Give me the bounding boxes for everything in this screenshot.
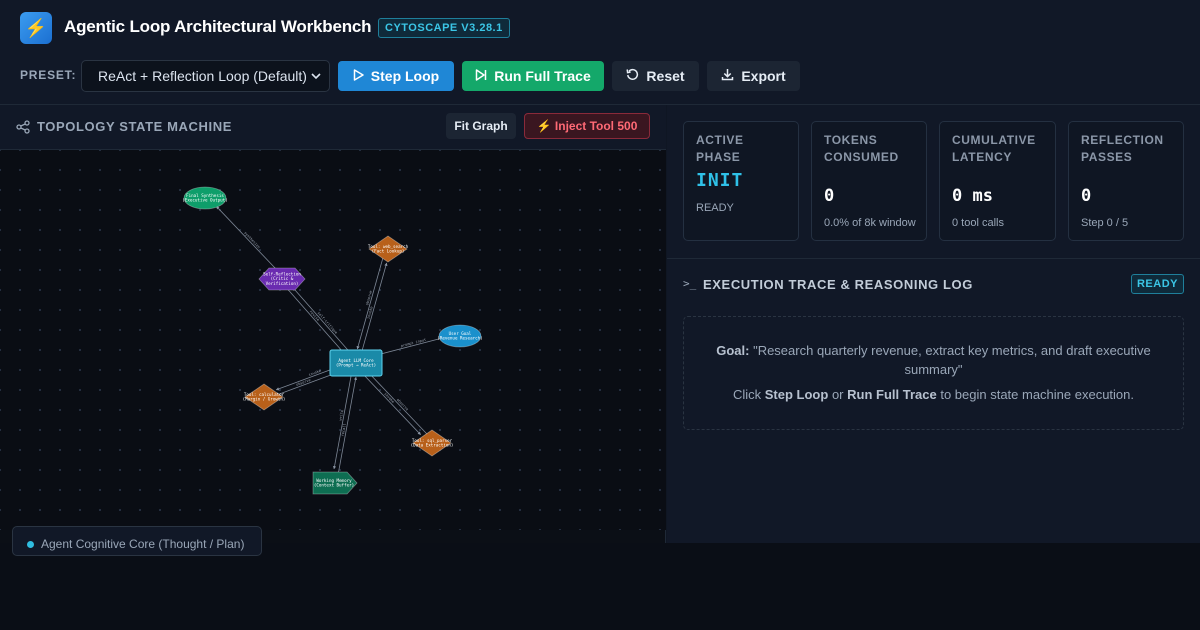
preset-value: ReAct + Reflection Loop (Default)	[98, 68, 307, 84]
graph-edge	[336, 376, 358, 484]
play-skip-icon	[475, 68, 487, 84]
node-label: (Data Extraction)	[411, 443, 454, 448]
edge-label: observe	[296, 378, 312, 387]
header: ⚡ Agentic Loop Architectural Workbench C…	[0, 0, 1200, 105]
metric-tokens: TOKENS CONSUMED 0 0.0% of 8k window	[811, 121, 927, 241]
graph-edge	[356, 248, 386, 350]
graph-node-reflect[interactable]: Self-Reflection(Critic &Verification)	[258, 267, 306, 291]
reset-button[interactable]: Reset	[612, 61, 699, 91]
step-loop-button[interactable]: Step Loop	[338, 61, 454, 91]
node-label: (Revenue Research)	[437, 336, 482, 341]
export-button[interactable]: Export	[707, 61, 800, 91]
node-label: (Margin / Growth)	[243, 397, 286, 402]
run-full-trace-label: Run Full Trace	[494, 68, 591, 84]
hint-step: Step Loop	[764, 387, 829, 402]
status-badge: READY	[1131, 274, 1184, 294]
graph-node-goal[interactable]: User Goal(Revenue Research)	[437, 324, 483, 348]
metrics-trace-panel: ACTIVE PHASE INIT READY TOKENS CONSUMED …	[667, 105, 1200, 543]
preset-label: PRESET:	[20, 68, 77, 82]
edge-label: invoke	[383, 392, 395, 404]
edge-label: synthesize	[243, 231, 261, 249]
preset-select[interactable]: ReAct + Reflection Loop (Default)	[81, 60, 330, 92]
metric-reflection: REFLECTION PASSES 0 Step 0 / 5	[1068, 121, 1184, 241]
goal-label: Goal:	[716, 343, 750, 358]
reset-label: Reset	[646, 68, 685, 84]
inject-tool-error-button[interactable]: ⚡ Inject Tool 500	[524, 113, 650, 139]
trace-log: Goal: "Research quarterly revenue, extra…	[683, 316, 1184, 430]
topology-panel-header: TOPOLOGY STATE MACHINE Fit Graph ⚡ Injec…	[0, 105, 666, 150]
graph-node-calc[interactable]: Tool: calculator(Margin / Growth)	[243, 383, 286, 411]
topology-graph[interactable]: synthesizeself-critiquerevise invokeobser…	[0, 150, 666, 530]
metric-label: ACTIVE PHASE	[696, 133, 744, 164]
terminal-icon: >_	[683, 277, 697, 290]
hint-run: Run Full Trace	[847, 387, 937, 402]
graph-edge	[216, 206, 285, 278]
metric-value: 0	[1081, 186, 1092, 206]
node-label: (Fact Lookup)	[372, 249, 405, 254]
trace-title: EXECUTION TRACE & REASONING LOG	[703, 277, 973, 292]
reset-icon	[626, 68, 639, 84]
app-title: Agentic Loop Architectural Workbench	[64, 17, 372, 36]
node-label: Verification)	[266, 281, 299, 286]
divider	[667, 258, 1200, 259]
graph-node-memory[interactable]: Working Memory(Context Buffer)	[312, 471, 358, 495]
metric-sub: 0.0% of 8k window	[824, 217, 916, 229]
step-loop-label: Step Loop	[370, 68, 440, 84]
goal-text: Goal: "Research quarterly revenue, extra…	[714, 341, 1153, 379]
metric-latency: CUMULATIVE LATENCY 0 ms 0 tool calls	[939, 121, 1056, 241]
metric-value: INIT	[696, 170, 744, 191]
graph-edge	[367, 371, 435, 442]
version-badge: CYTOSCAPE V3.28.1	[378, 18, 510, 38]
metric-label: TOKENS CONSUMED	[824, 133, 899, 164]
download-icon	[721, 68, 734, 84]
topology-title: TOPOLOGY STATE MACHINE	[37, 119, 232, 134]
graph-canvas[interactable]: synthesize self-critique revise invoke obser…	[0, 150, 666, 530]
graph-node-core[interactable]: Agent LLM Core(Prompt → ReAct)	[329, 349, 383, 377]
node-label: (Executive Output)	[182, 198, 227, 203]
fit-graph-button[interactable]: Fit Graph	[446, 113, 516, 139]
edge-label: self-critique	[317, 311, 339, 335]
lightning-icon: ⚡	[20, 12, 52, 44]
export-label: Export	[741, 68, 786, 84]
node-label: (Context Buffer)	[314, 483, 354, 488]
chevron-down-icon	[311, 61, 321, 103]
topology-panel: TOPOLOGY STATE MACHINE Fit Graph ⚡ Injec…	[0, 105, 666, 556]
graph-node-sql[interactable]: Tool: sql_parser(Data Extraction)	[411, 429, 454, 457]
node-label: (Prompt → ReAct)	[336, 363, 376, 368]
hint-prefix: Click	[732, 387, 762, 402]
hint-suffix: to begin state machine execution.	[940, 387, 1135, 402]
metric-value: 0 ms	[952, 186, 993, 206]
app-shell: ⚡ Agentic Loop Architectural Workbench C…	[0, 0, 1200, 556]
graph-edge	[332, 362, 354, 470]
hint-or: or	[831, 387, 844, 402]
legend: Agent Cognitive Core (Thought / Plan)	[12, 526, 262, 556]
metric-label: REFLECTION PASSES	[1081, 133, 1164, 164]
metric-active-phase: ACTIVE PHASE INIT READY	[683, 121, 799, 241]
graph-edge	[358, 262, 388, 364]
share-nodes-icon	[16, 120, 30, 134]
metric-value: 0	[824, 186, 835, 206]
metric-sub: Step 0 / 5	[1081, 217, 1129, 229]
graph-node-final[interactable]: Final Synthesis(Executive Output)	[182, 186, 228, 210]
graph-edge	[279, 280, 346, 355]
goal-value: "Research quarterly revenue, extract key…	[753, 343, 1151, 377]
legend-label: Agent Cognitive Core (Thought / Plan)	[41, 537, 245, 551]
metric-sub: READY	[696, 202, 734, 214]
play-outline-icon	[353, 68, 364, 84]
edge-label: observe	[396, 398, 409, 412]
graph-node-web[interactable]: Tool: web_search(Fact Lookup)	[368, 235, 409, 263]
start-hint: Click Step Loop or Run Full Trace to beg…	[694, 387, 1173, 402]
run-full-trace-button[interactable]: Run Full Trace	[462, 61, 604, 91]
metric-label: CUMULATIVE LATENCY	[952, 133, 1036, 164]
legend-dot	[27, 541, 34, 548]
metric-sub: 0 tool calls	[952, 217, 1004, 229]
